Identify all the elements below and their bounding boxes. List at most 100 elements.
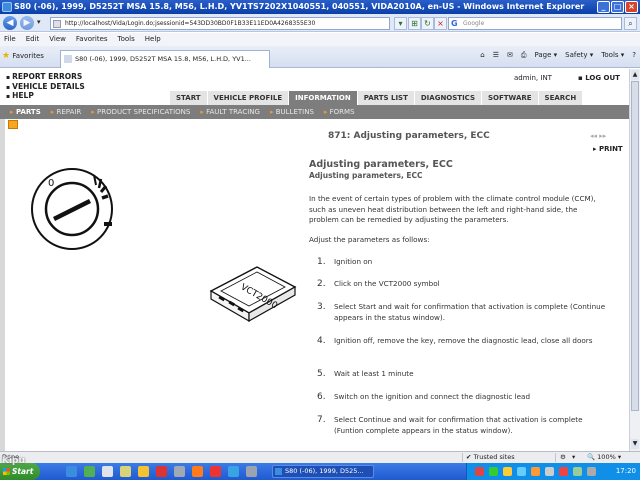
tools-menu[interactable]: Tools ▾ — [601, 51, 624, 60]
tray-icon[interactable] — [517, 467, 526, 476]
zoom-level[interactable]: 🔍 100% ▾ — [587, 452, 621, 463]
browser-tab[interactable]: S80 (-06), 1999, D5252T MSA 15.8, M56, L… — [60, 50, 270, 68]
scroll-thumb[interactable] — [631, 81, 639, 411]
tab-start[interactable]: START — [170, 91, 208, 105]
intro-paragraph: In the event of certain types of problem… — [309, 194, 596, 224]
stop-icon[interactable]: × — [434, 17, 447, 30]
control-knob-illustration: 0 — [31, 168, 113, 250]
subnav-parts[interactable]: PARTS — [10, 108, 41, 116]
quicklaunch-app-icon[interactable] — [102, 466, 113, 477]
quicklaunch-app4-icon[interactable] — [228, 466, 239, 477]
star-icon: ★ — [2, 51, 11, 61]
quicklaunch-app5-icon[interactable] — [246, 466, 257, 477]
compatibility-icon[interactable]: ⊞ — [408, 17, 421, 30]
subnav-forms[interactable]: FORMS — [324, 108, 355, 116]
trusted-sites-zone[interactable]: ✔ Trusted sites — [466, 452, 515, 463]
left-panel-strip — [0, 119, 5, 451]
list-item: 4. Ignition off, remove the key, remove t… — [317, 336, 593, 346]
help-link[interactable]: HELP — [6, 91, 85, 102]
taskbar-window-item[interactable]: S80 (-06), 1999, D525... — [272, 465, 374, 478]
tab-parts-list[interactable]: PARTS LIST — [357, 91, 415, 105]
list-item: 6. Switch on the ignition and connect the… — [317, 392, 531, 402]
scroll-up-icon[interactable]: ▲ — [631, 70, 639, 80]
search-input[interactable]: G Google — [448, 17, 622, 30]
page-menu[interactable]: Page ▾ — [534, 51, 557, 60]
main-tabs: START VEHICLE PROFILE INFORMATION PARTS … — [170, 91, 584, 105]
menu-help[interactable]: Help — [145, 33, 161, 46]
quicklaunch-folder-icon[interactable] — [120, 466, 131, 477]
favorites-button[interactable]: ★ Favorites — [2, 51, 44, 61]
scroll-down-icon[interactable]: ▼ — [631, 439, 639, 449]
menu-favorites[interactable]: Favorites — [76, 33, 108, 46]
mail-icon[interactable]: ✉ — [507, 51, 513, 60]
window-title: S80 (-06), 1999, D5252T MSA 15.8, M56, L… — [14, 2, 585, 11]
tab-vehicle-profile[interactable]: VEHICLE PROFILE — [207, 91, 290, 105]
tab-software[interactable]: SOFTWARE — [482, 91, 539, 105]
tray-icon[interactable] — [503, 467, 512, 476]
tray-icon[interactable] — [489, 467, 498, 476]
home-icon[interactable]: ⌂ — [480, 51, 484, 60]
tab-diagnostics[interactable]: DIAGNOSTICS — [414, 91, 482, 105]
subnav-fault-tracing[interactable]: FAULT TRACING — [200, 108, 260, 116]
taskbar: Start S80 (-06), 1999, D525... 17:20 — [0, 463, 640, 480]
minimize-button[interactable]: _ — [597, 1, 610, 13]
print-link[interactable]: ▸ PRINT — [593, 145, 623, 153]
logout-link[interactable]: ▪ LOG OUT — [578, 74, 620, 82]
menu-view[interactable]: View — [49, 33, 66, 46]
svg-text:0: 0 — [48, 178, 54, 189]
quicklaunch-media-icon[interactable] — [156, 466, 167, 477]
search-icon[interactable]: ⌕ — [624, 17, 637, 30]
zoom-dropdown-icon[interactable]: ▾ — [572, 452, 575, 463]
tab-search[interactable]: SEARCH — [538, 91, 584, 105]
go-dropdown-icon[interactable]: ▾ — [394, 17, 407, 30]
safety-menu[interactable]: Safety ▾ — [565, 51, 593, 60]
quicklaunch-app3-icon[interactable] — [210, 466, 221, 477]
menu-tools[interactable]: Tools — [118, 33, 135, 46]
print-icon[interactable]: ⎙ — [521, 51, 527, 60]
maximize-button[interactable]: □ — [611, 1, 624, 13]
subnav-bulletins[interactable]: BULLETINS — [270, 108, 314, 116]
window-title-bar: S80 (-06), 1999, D5252T MSA 15.8, M56, L… — [0, 0, 640, 14]
clock: 17:20 — [615, 467, 636, 475]
status-bar: Done ✔ Trusted sites ⚙ ▾ 🔍 100% ▾ — [0, 451, 640, 463]
tray-icon[interactable] — [531, 467, 540, 476]
quicklaunch-messenger-icon[interactable] — [84, 466, 95, 477]
url-input[interactable]: http://localhost/Vida/Login.do;jsessioni… — [50, 17, 390, 30]
tray-icon[interactable] — [573, 467, 582, 476]
protected-mode-icon[interactable]: ⚙ — [560, 452, 566, 463]
tray-icon[interactable] — [559, 467, 568, 476]
back-icon[interactable]: ◀ — [3, 16, 17, 30]
dropdown-icon[interactable]: ▾ — [37, 18, 41, 26]
quicklaunch-ie-icon[interactable] — [66, 466, 77, 477]
help-icon[interactable]: ? — [632, 51, 636, 60]
user-info: admin, INT — [514, 74, 552, 82]
section-heading: Adjusting parameters, ECC — [309, 159, 453, 170]
subnav-product-specifications[interactable]: PRODUCT SPECIFICATIONS — [91, 108, 190, 116]
forward-icon[interactable]: ▶ — [20, 16, 34, 30]
vertical-scrollbar[interactable]: ▲ ▼ — [629, 69, 640, 451]
feeds-icon[interactable]: ☰ — [493, 51, 499, 60]
tray-icon[interactable] — [475, 467, 484, 476]
favorites-bar: ★ Favorites S80 (-06), 1999, D5252T MSA … — [0, 46, 640, 68]
vct2000-device-illustration[interactable]: VCT2000 — [205, 259, 300, 329]
quicklaunch-firefox-icon[interactable] — [192, 466, 203, 477]
address-bar: ◀ ▶ ▾ http://localhost/Vida/Login.do;jse… — [0, 14, 640, 32]
refresh-icon[interactable]: ↻ — [421, 17, 434, 30]
sub-navigation: PARTS REPAIR PRODUCT SPECIFICATIONS FAUL… — [0, 105, 629, 119]
menu-file[interactable]: File — [4, 33, 16, 46]
tab-information[interactable]: INFORMATION — [289, 91, 358, 105]
google-icon: G — [451, 19, 458, 28]
volume-icon[interactable] — [587, 467, 596, 476]
document-title: 871: Adjusting parameters, ECC — [328, 131, 490, 141]
subnav-repair[interactable]: REPAIR — [51, 108, 82, 116]
quicklaunch-smiley-icon[interactable] — [138, 466, 149, 477]
tray-icon[interactable] — [545, 467, 554, 476]
tree-toggle-icon[interactable] — [8, 120, 18, 129]
quicklaunch-app2-icon[interactable] — [174, 466, 185, 477]
adjust-label: Adjust the parameters as follows: — [309, 235, 430, 244]
top-links: REPORT ERRORS VEHICLE DETAILS HELP — [6, 72, 85, 102]
list-item: 3. Select Start and wait for confirmation… — [317, 302, 606, 322]
close-button[interactable]: × — [625, 1, 638, 13]
pager-arrows[interactable]: ◂◂ ▸▸ — [590, 132, 606, 140]
menu-edit[interactable]: Edit — [26, 33, 40, 46]
